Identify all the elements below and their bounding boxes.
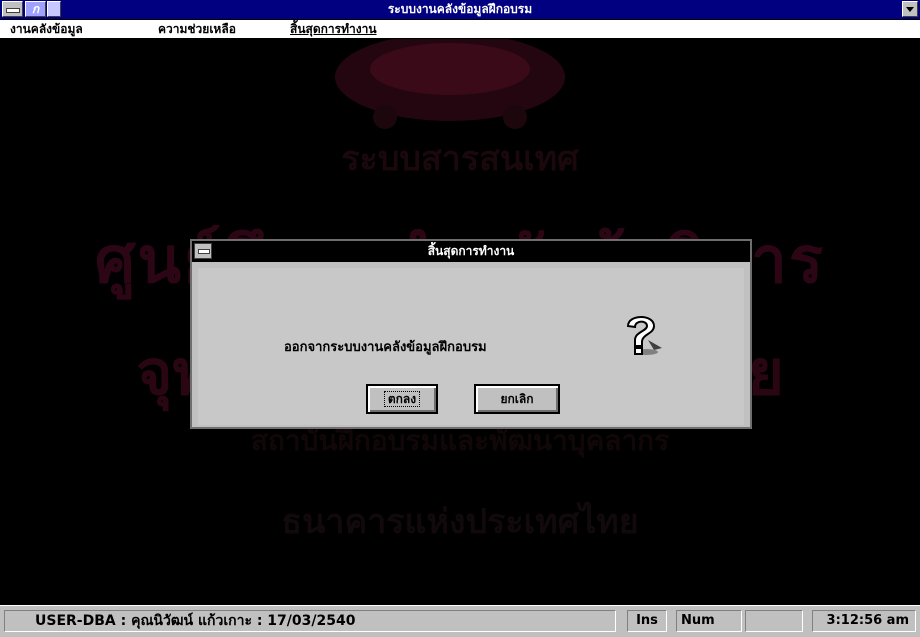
title-bar: ก ระบบงานคลังข้อมูลฝึกอบรม <box>0 0 920 20</box>
status-bar: USER-DBA : คุณนิวัฒน์ แก้วเกาะ : 17/03/2… <box>0 605 920 637</box>
question-icon <box>626 316 662 355</box>
ok-button-label: ตกลง <box>383 391 421 407</box>
dialog-body: ออกจากระบบงานคลังข้อมูลฝึกอบรม ตกลง ยกเล… <box>198 268 744 425</box>
menu-bar: งานคลังข้อมูล ความช่วยเหลือ สิ้นสุดการทำ… <box>0 20 920 39</box>
status-ins: Ins <box>627 610 667 632</box>
cancel-button[interactable]: ยกเลิก <box>474 384 560 414</box>
dialog-title: สิ้นสุดการทำงาน <box>192 241 750 262</box>
watermark-text-6: ธนาคารแห่งประเทศไทย <box>281 502 639 542</box>
watermark-text-1: ระบบสารสนเทศ <box>341 139 579 179</box>
menu-item-data-store[interactable]: งานคลังข้อมูล <box>10 20 83 38</box>
status-user-info: USER-DBA : คุณนิวัฒน์ แก้วเกาะ : 17/03/2… <box>4 610 616 632</box>
menu-item-exit[interactable]: สิ้นสุดการทำงาน <box>290 20 377 38</box>
menu-item-help[interactable]: ความช่วยเหลือ <box>158 20 236 38</box>
app-window: ก ระบบงานคลังข้อมูลฝึกอบรม งานคลังข้อมูล… <box>0 0 920 637</box>
status-blank <box>745 610 803 632</box>
status-clock: 3:12:56 am <box>812 610 916 632</box>
exit-dialog: สิ้นสุดการทำงาน ออกจากระบบงานคลังข้อมูลฝ… <box>190 239 752 429</box>
dialog-system-menu-icon[interactable] <box>194 243 212 259</box>
ok-button[interactable]: ตกลง <box>366 384 438 414</box>
window-title: ระบบงานคลังข้อมูลฝึกอบรม <box>387 2 533 16</box>
maximize-button[interactable] <box>902 1 918 17</box>
status-num: Num <box>676 610 742 632</box>
dialog-message: ออกจากระบบงานคลังข้อมูลฝึกอบรม <box>284 340 487 355</box>
